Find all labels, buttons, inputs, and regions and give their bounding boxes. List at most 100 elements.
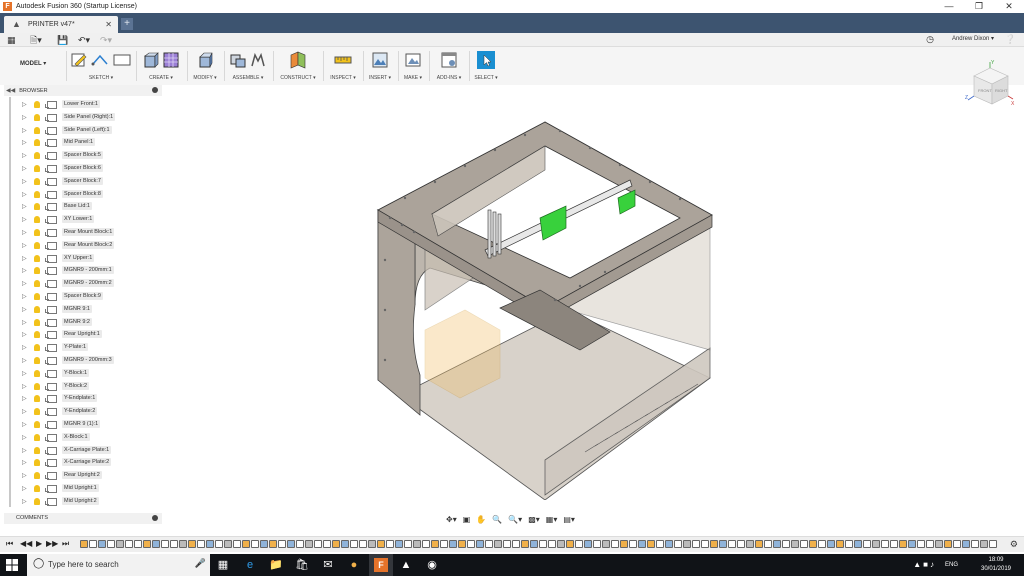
expand-caret-icon[interactable]: ▷ [22,498,27,505]
timeline-feature[interactable] [746,540,754,548]
timeline-feature[interactable] [737,540,745,548]
timeline-feature[interactable] [242,540,250,548]
expand-caret-icon[interactable]: ▷ [22,114,27,121]
visibility-bulb-icon[interactable] [34,318,40,326]
timeline-feature[interactable] [125,540,133,548]
timeline-feature[interactable] [449,540,457,548]
expand-caret-icon[interactable]: ▷ [22,447,27,454]
component-name[interactable]: Mid Panel:1 [62,138,96,147]
browser-tree-row[interactable]: ▷ Spacer Block:8 [4,189,162,202]
zoom-icon[interactable]: 🔍▾ [508,515,522,524]
timeline-feature[interactable] [710,540,718,548]
browser-tree-row[interactable]: ▷ Side Panel (Right):1 [4,112,162,125]
timeline-feature[interactable] [179,540,187,548]
timeline-feature[interactable] [485,540,493,548]
timeline-feature[interactable] [773,540,781,548]
timeline-feature[interactable] [944,540,952,548]
browser-pin-icon[interactable] [152,87,158,93]
component-name[interactable]: XY Upper:1 [62,253,95,262]
timeline-feature[interactable] [908,540,916,548]
new-tab-button[interactable]: + [121,18,133,30]
component-name[interactable]: MGNR9 - 200mm:1 [62,266,114,275]
browser-tree-row[interactable]: ▷ MGNR 9:2 [4,317,162,330]
clock-time[interactable]: 18:09 [976,557,1016,563]
visibility-bulb-icon[interactable] [34,497,40,505]
browser-tree-row[interactable]: ▷ Y-Plate:1 [4,342,162,355]
timeline-feature[interactable] [557,540,565,548]
expand-caret-icon[interactable]: ▷ [22,306,27,313]
restore-button[interactable]: ❐ [964,0,994,13]
visibility-bulb-icon[interactable] [34,408,40,416]
timeline-feature[interactable] [503,540,511,548]
component-name[interactable]: Y-Block:1 [62,368,90,377]
timeline-feature[interactable] [422,540,430,548]
timeline-feature[interactable] [728,540,736,548]
component-name[interactable]: Base Lid:1 [62,202,92,211]
component-name[interactable]: MGNR 9:1 [62,304,92,313]
browser-tree-row[interactable]: ▷ Spacer Block:5 [4,150,162,163]
component-name[interactable]: MGNR9 - 200mm:3 [62,355,114,364]
timeline-feature[interactable] [629,540,637,548]
timeline-feature[interactable] [818,540,826,548]
component-name[interactable]: Rear Upright:2 [62,471,102,480]
expand-caret-icon[interactable]: ▷ [22,395,27,402]
visibility-bulb-icon[interactable] [34,267,40,275]
pan-icon[interactable]: ✋ [476,515,486,524]
browser-tree-row[interactable]: ▷ Mid Upright:1 [4,483,162,496]
close-button[interactable]: ✕ [994,0,1024,13]
browser-tree-row[interactable]: ▷ Rear Mount Block:2 [4,240,162,253]
browser-tree-row[interactable]: ▷ Lower Front:1 [4,99,162,112]
component-name[interactable]: Spacer Block:6 [62,163,103,172]
create-group[interactable]: CREATE ▾ [138,49,184,83]
timeline-feature[interactable] [467,540,475,548]
timeline-feature[interactable] [458,540,466,548]
component-name[interactable]: Rear Upright:1 [62,330,102,339]
timeline-feature[interactable] [215,540,223,548]
timeline-feature[interactable] [107,540,115,548]
timeline-feature[interactable] [341,540,349,548]
assemble-group[interactable]: ASSEMBLE ▾ [226,49,270,83]
timeline-feature[interactable] [278,540,286,548]
microphone-icon[interactable]: 🎤 [195,558,206,569]
component-name[interactable]: Spacer Block:5 [62,151,103,160]
timeline-feature[interactable] [584,540,592,548]
visibility-bulb-icon[interactable] [34,152,40,160]
timeline-feature[interactable] [296,540,304,548]
timeline-feature[interactable] [233,540,241,548]
timeline-forward-icon[interactable]: ▶▶ [46,539,58,548]
browser-tree-row[interactable]: ▷ MGNR9 - 200mm:2 [4,278,162,291]
component-name[interactable]: Side Panel (Left):1 [62,125,112,134]
tray-icons[interactable]: ▲■♪ [913,560,936,569]
timeline-feature[interactable] [548,540,556,548]
component-name[interactable]: Y-Endplate:1 [62,394,98,403]
component-name[interactable]: Rear Mount Block:2 [62,240,115,249]
browser-tree-row[interactable]: ▷ Spacer Block:6 [4,163,162,176]
browser-tree-row[interactable]: ▷ Base Lid:1 [4,201,162,214]
timeline-feature[interactable] [665,540,673,548]
expand-caret-icon[interactable]: ▷ [22,485,27,492]
timeline-feature[interactable] [602,540,610,548]
expand-caret-icon[interactable]: ▷ [22,152,27,159]
zoom-window-icon[interactable]: 🔍 [492,515,502,524]
visibility-bulb-icon[interactable] [34,280,40,288]
expand-caret-icon[interactable]: ▷ [22,408,27,415]
timeline-feature[interactable] [476,540,484,548]
expand-caret-icon[interactable]: ▷ [22,421,27,428]
browser-tree-row[interactable]: ▷ Spacer Block:9 [4,291,162,304]
timeline-feature[interactable] [899,540,907,548]
visibility-bulb-icon[interactable] [34,459,40,467]
timeline-feature[interactable] [287,540,295,548]
timeline-feature[interactable] [512,540,520,548]
workspace-switcher[interactable]: MODEL ▾ [20,57,62,71]
timeline-feature[interactable] [188,540,196,548]
timeline-feature[interactable] [827,540,835,548]
timeline-feature[interactable] [314,540,322,548]
timeline-feature[interactable] [647,540,655,548]
component-name[interactable]: Rear Mount Block:1 [62,227,115,236]
timeline-feature[interactable] [521,540,529,548]
grid-settings-icon[interactable]: ▦▾ [546,515,558,524]
timeline-feature[interactable] [854,540,862,548]
taskbar-search-box[interactable]: ◯ Type here to search 🎤 [27,554,210,576]
timeline-feature[interactable] [656,540,664,548]
browser-tree-row[interactable]: ▷ Mid Upright:2 [4,496,162,509]
